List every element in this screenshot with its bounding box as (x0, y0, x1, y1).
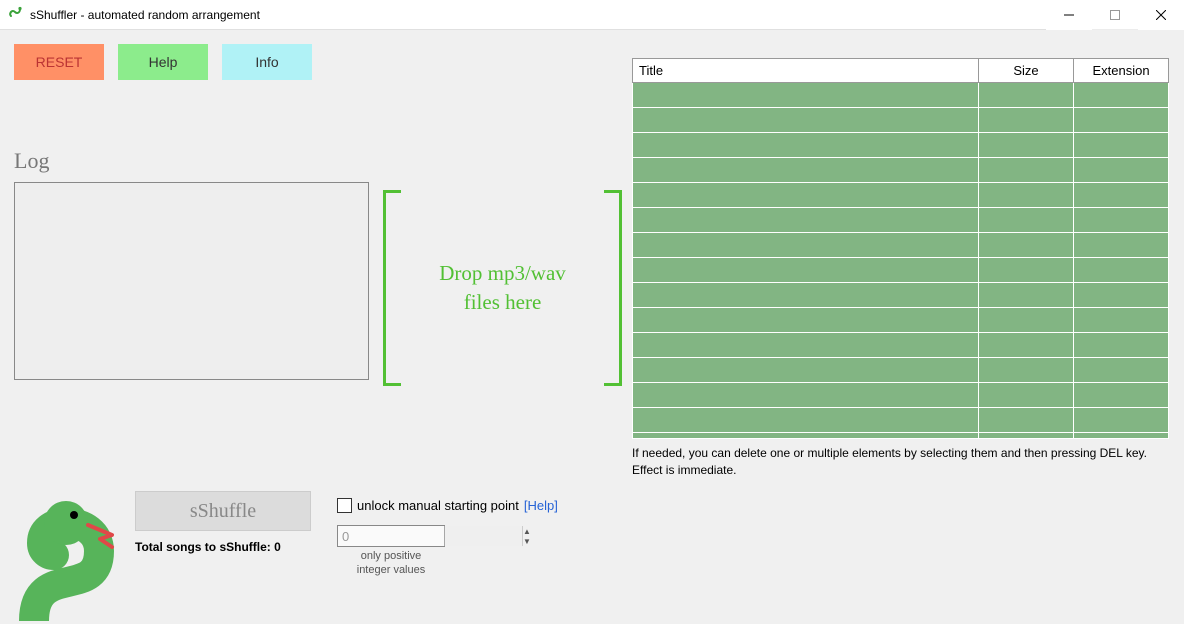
window-maximize-button[interactable] (1092, 0, 1138, 30)
stepper-hint-line2: integer values (357, 564, 426, 576)
table-row[interactable] (633, 383, 1169, 408)
window-title: sShuffler - automated random arrangement (30, 8, 260, 22)
stepper-up-icon[interactable]: ▲ (523, 526, 531, 536)
table-header-extension[interactable]: Extension (1074, 59, 1169, 83)
table-row[interactable] (633, 333, 1169, 358)
table-row[interactable] (633, 308, 1169, 333)
help-button[interactable]: Help (118, 44, 208, 80)
starting-point-help-link[interactable]: [Help] (524, 498, 558, 513)
dropzone-text-line2: files here (464, 290, 542, 314)
log-label: Log (14, 148, 624, 174)
stepper-hint-line1: only positive (361, 550, 422, 562)
dropzone-text-line1: Drop mp3/wav (439, 261, 566, 285)
total-songs-label: Total songs to sShuffle: 0 (135, 540, 281, 554)
table-row[interactable] (633, 158, 1169, 183)
reset-button[interactable]: RESET (14, 44, 104, 80)
window-minimize-button[interactable] (1046, 0, 1092, 30)
table-row[interactable] (633, 258, 1169, 283)
unlock-starting-point-checkbox[interactable] (337, 498, 352, 513)
window-titlebar: sShuffler - automated random arrangement (0, 0, 1184, 30)
dropzone[interactable]: Drop mp3/wav files here (383, 190, 622, 386)
table-header-title[interactable]: Title (633, 59, 979, 83)
table-row[interactable] (633, 408, 1169, 433)
table-note: If needed, you can delete one or multipl… (632, 445, 1169, 479)
table-row[interactable] (633, 183, 1169, 208)
dropzone-text: Drop mp3/wav files here (439, 259, 566, 318)
starting-point-stepper[interactable]: ▲ ▼ (337, 525, 445, 547)
snake-logo-icon (4, 491, 134, 624)
dropzone-bracket-right-icon (604, 190, 622, 386)
log-output (14, 182, 369, 380)
dropzone-bracket-left-icon (383, 190, 401, 386)
table-row[interactable] (633, 358, 1169, 383)
unlock-starting-point-label: unlock manual starting point (357, 498, 519, 513)
table-row[interactable] (633, 133, 1169, 158)
stepper-down-icon[interactable]: ▼ (523, 536, 531, 546)
window-close-button[interactable] (1138, 0, 1184, 30)
table-row[interactable] (633, 433, 1169, 439)
table-row[interactable] (633, 83, 1169, 108)
shuffle-button[interactable]: sShuffle (135, 491, 311, 531)
info-button[interactable]: Info (222, 44, 312, 80)
songs-table[interactable]: Title Size Extension (632, 58, 1169, 439)
table-row[interactable] (633, 233, 1169, 258)
table-row[interactable] (633, 283, 1169, 308)
table-row[interactable] (633, 108, 1169, 133)
app-icon (8, 5, 24, 24)
starting-point-input[interactable] (338, 526, 522, 546)
stepper-hint: only positive integer values (337, 549, 445, 578)
table-row[interactable] (633, 208, 1169, 233)
table-header-size[interactable]: Size (979, 59, 1074, 83)
